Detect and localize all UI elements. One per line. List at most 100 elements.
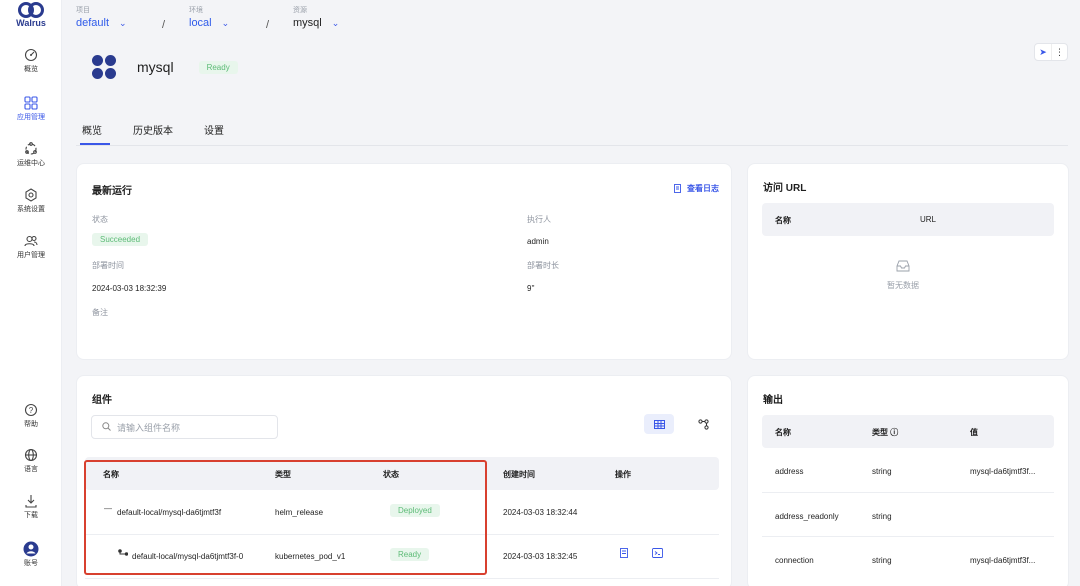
run-status-text: Succeeded bbox=[92, 233, 149, 246]
inbox-icon bbox=[896, 260, 910, 272]
graph-view-button[interactable] bbox=[688, 414, 718, 434]
tab-bar: 概览 历史版本 设置 bbox=[76, 113, 1068, 146]
sidebar-item-label: 系统设置 bbox=[17, 206, 45, 213]
output-name: address bbox=[775, 467, 804, 476]
sidebar-item-language[interactable]: 语言 bbox=[0, 446, 62, 474]
sidebar-item-label: 下载 bbox=[24, 512, 38, 519]
sidebar-item-account[interactable]: 账号 bbox=[0, 540, 62, 568]
access-url-table-header: 名称 URL bbox=[762, 203, 1054, 236]
executor-value: admin bbox=[527, 237, 549, 246]
breadcrumb-env[interactable]: 环境 local ⌄ bbox=[189, 5, 229, 29]
duration-value: 9'' bbox=[527, 284, 535, 293]
breadcrumb-project-label: 项目 bbox=[76, 7, 90, 14]
breadcrumb-separator: / bbox=[266, 19, 270, 31]
deploy-time-value: 2024-03-03 18:32:39 bbox=[92, 284, 167, 293]
deploy-time-label: 部署时间 bbox=[92, 261, 124, 270]
breadcrumb-resource-label: 资源 bbox=[293, 7, 307, 14]
component-search-input[interactable]: 请输入组件名称 bbox=[91, 415, 278, 439]
duration-label: 部署时长 bbox=[527, 261, 559, 270]
breadcrumb-env-label: 环境 bbox=[189, 7, 203, 14]
tab-overview[interactable]: 概览 bbox=[82, 122, 102, 137]
empty-state: 暂无数据 bbox=[868, 259, 938, 291]
resource-name: mysql bbox=[137, 59, 174, 75]
column-header: 名称 bbox=[775, 216, 791, 225]
status-badge: Ready bbox=[198, 60, 238, 74]
sidebar-item-label: 概览 bbox=[24, 66, 38, 73]
sidebar-item-ops[interactable]: 运维中心 bbox=[0, 140, 62, 168]
column-header: 操作 bbox=[615, 470, 631, 479]
sidebar-item-label: 帮助 bbox=[24, 421, 38, 428]
highlight-box bbox=[84, 460, 487, 575]
breadcrumb-resource[interactable]: 资源 mysql ⌄ bbox=[293, 5, 339, 29]
empty-text: 暂无数据 bbox=[887, 281, 919, 290]
sidebar-item-overview[interactable]: 概览 bbox=[0, 46, 62, 74]
row-divider bbox=[762, 492, 1054, 493]
sidebar-item-help[interactable]: ? 帮助 bbox=[0, 401, 62, 429]
download-icon bbox=[0, 492, 62, 510]
settings-icon bbox=[0, 186, 62, 204]
users-icon bbox=[0, 232, 62, 250]
walrus-logo-icon bbox=[18, 2, 44, 18]
output-type: string bbox=[872, 467, 892, 476]
account-icon bbox=[0, 540, 62, 558]
more-icon[interactable]: ⋮ bbox=[1051, 44, 1067, 60]
globe-icon bbox=[0, 446, 62, 464]
breadcrumb-env-value: local bbox=[189, 17, 212, 29]
outputs-card: 输出 名称 类型 ⓘ 值 address string mysql-da6tjm… bbox=[747, 375, 1069, 586]
view-logs-link[interactable]: 查看日志 bbox=[674, 183, 719, 194]
search-icon bbox=[102, 421, 111, 433]
sidebar-item-label: 应用管理 bbox=[17, 114, 45, 121]
ops-icon bbox=[0, 140, 62, 158]
logs-icon[interactable] bbox=[620, 548, 630, 560]
column-header: URL bbox=[920, 215, 937, 224]
breadcrumb-resource-value: mysql bbox=[293, 17, 322, 29]
walrus-logo[interactable]: Walrus bbox=[9, 2, 53, 28]
outputs-table-header: 名称 类型 ⓘ 值 bbox=[762, 415, 1054, 448]
created-time: 2024-03-03 18:32:45 bbox=[503, 552, 578, 561]
chevron-down-icon: ⌄ bbox=[331, 17, 340, 28]
components-title: 组件 bbox=[92, 395, 112, 406]
output-value[interactable]: mysql-da6tjmtf3f... bbox=[970, 467, 1035, 476]
tab-settings[interactable]: 设置 bbox=[204, 122, 224, 137]
resource-icon bbox=[92, 55, 116, 79]
sidebar-item-apps[interactable]: 应用管理 bbox=[0, 94, 62, 122]
sidebar-item-users[interactable]: 用户管理 bbox=[0, 232, 62, 260]
latest-run-card: 最新运行 查看日志 状态 Succeeded 部署时间 2024-03-03 1… bbox=[76, 163, 732, 360]
search-placeholder: 请输入组件名称 bbox=[117, 422, 181, 433]
sidebar-item-settings[interactable]: 系统设置 bbox=[0, 186, 62, 214]
status-label: 状态 bbox=[92, 215, 108, 224]
svg-text:?: ? bbox=[29, 406, 34, 415]
note-label: 备注 bbox=[92, 308, 108, 317]
output-value[interactable]: mysql-da6tjmtf3f... bbox=[970, 556, 1035, 565]
table-icon bbox=[653, 419, 665, 429]
row-divider bbox=[85, 578, 719, 579]
breadcrumb-separator: / bbox=[162, 19, 166, 31]
sidebar-item-label: 用户管理 bbox=[17, 252, 45, 259]
column-header: 名称 bbox=[775, 428, 791, 437]
tab-history[interactable]: 历史版本 bbox=[133, 122, 173, 137]
output-name: connection bbox=[775, 556, 814, 565]
sidebar-item-label: 账号 bbox=[24, 560, 38, 567]
column-header: 类型 ⓘ bbox=[872, 428, 899, 437]
sidebar-item-download[interactable]: 下载 bbox=[0, 492, 62, 520]
logo-text: Walrus bbox=[16, 18, 46, 28]
chevron-down-icon: ⌄ bbox=[221, 17, 230, 28]
column-header: 值 bbox=[970, 428, 978, 437]
executor-label: 执行人 bbox=[527, 215, 551, 224]
apps-icon bbox=[0, 94, 62, 112]
log-icon bbox=[674, 184, 681, 193]
breadcrumb: 项目 default ⌄ / 环境 local ⌄ / 资源 mysql ⌄ bbox=[62, 0, 1080, 36]
run-status-badge: Succeeded bbox=[92, 233, 149, 246]
output-type: string bbox=[872, 512, 892, 521]
sidebar-item-label: 语言 bbox=[24, 466, 38, 473]
output-name: address_readonly bbox=[775, 512, 839, 521]
created-time: 2024-03-03 18:32:44 bbox=[503, 508, 578, 517]
resource-actions: ➤ ⋮ bbox=[1034, 43, 1068, 61]
send-icon[interactable]: ➤ bbox=[1035, 44, 1051, 60]
tab-active-indicator bbox=[80, 143, 110, 145]
terminal-icon[interactable] bbox=[652, 548, 663, 560]
table-view-button[interactable] bbox=[644, 414, 674, 434]
breadcrumb-project-value: default bbox=[76, 17, 110, 29]
breadcrumb-project[interactable]: 项目 default ⌄ bbox=[76, 5, 127, 29]
chevron-down-icon: ⌄ bbox=[119, 17, 127, 28]
